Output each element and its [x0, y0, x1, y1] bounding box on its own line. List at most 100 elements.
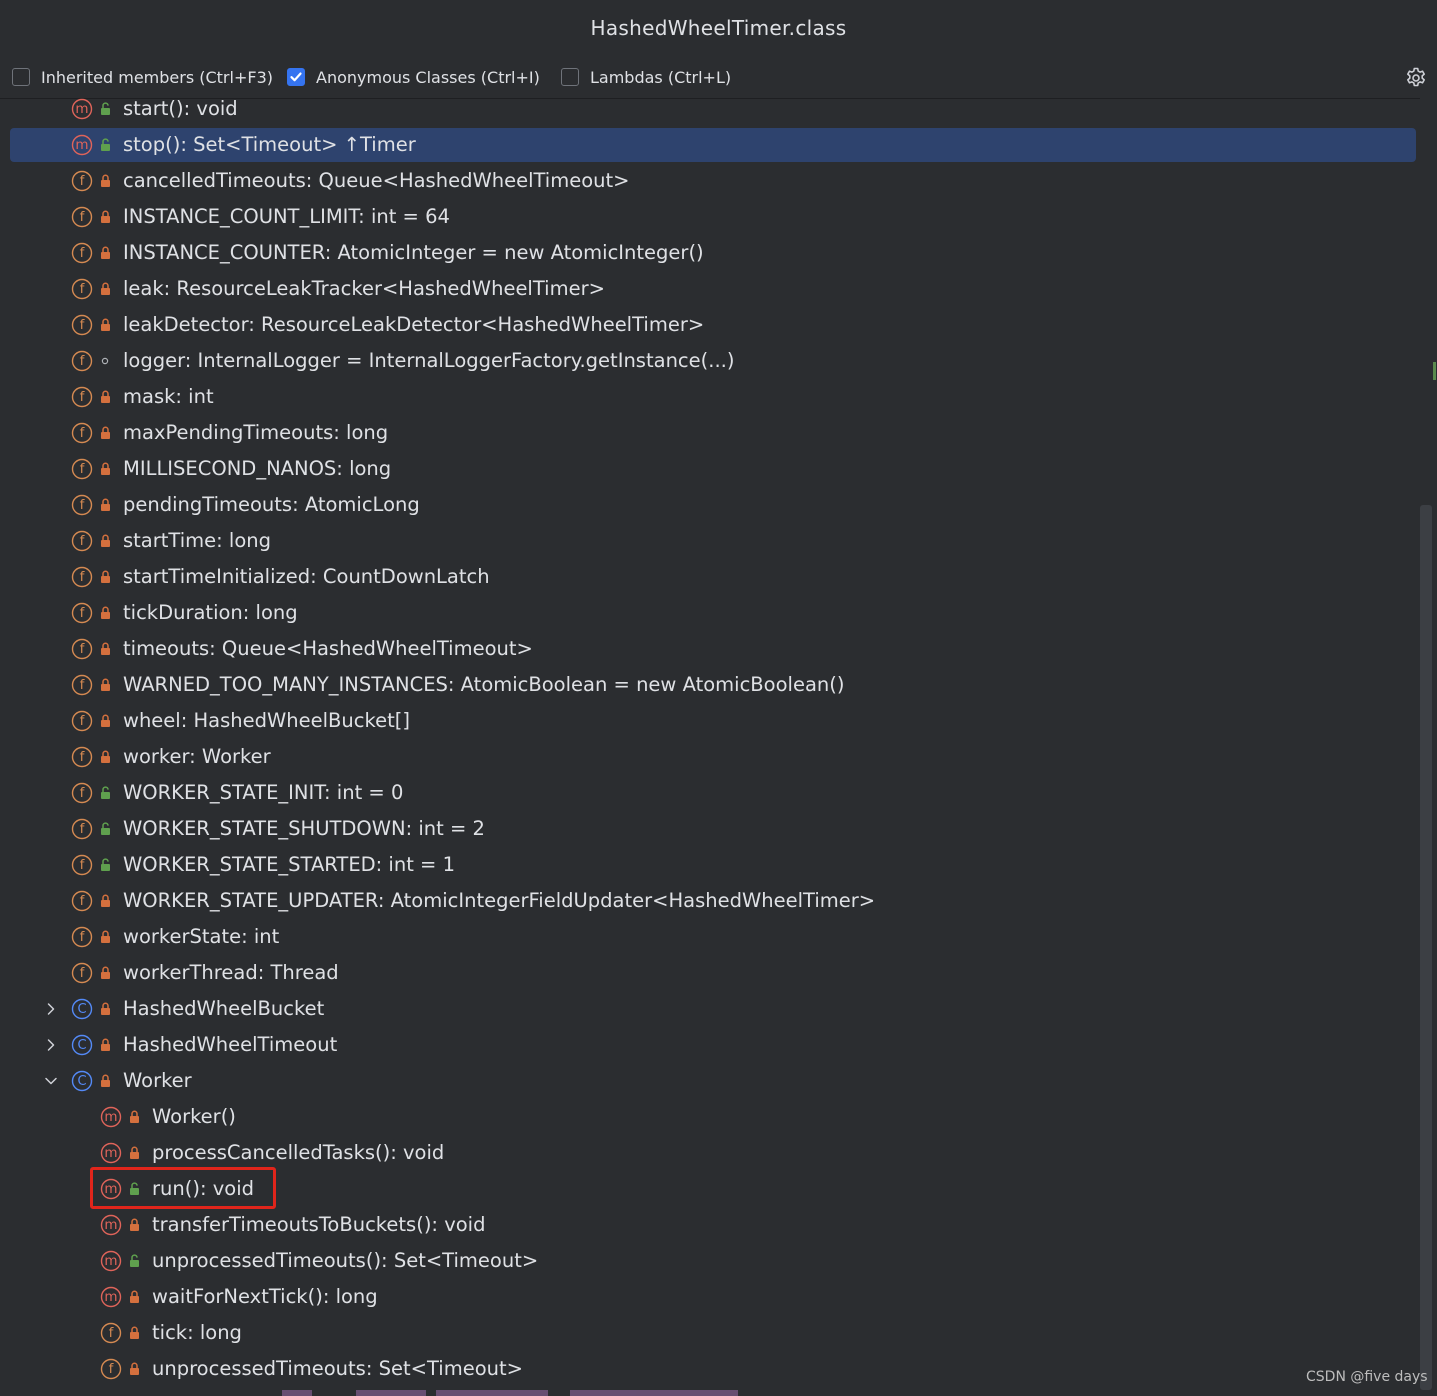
tree-row-label: HashedWheelTimeout [123, 1033, 338, 1056]
method-icon: m [71, 134, 93, 156]
gear-icon[interactable] [1404, 66, 1428, 90]
check-icon [290, 72, 302, 82]
tree-class-node[interactable]: C HashedWheelBucket [0, 991, 1420, 1027]
tree-field-row[interactable]: f WORKER_STATE_STARTED: int = 1 [0, 847, 1420, 883]
svg-text:f: f [109, 1361, 115, 1377]
tree-method-row[interactable]: m waitForNextTick(): long [0, 1279, 1420, 1315]
watermark: CSDN @five days [1306, 1369, 1428, 1385]
field-icon: f [71, 242, 93, 264]
tree-row-label: unprocessedTimeouts(): Set<Timeout> [152, 1249, 539, 1272]
tree-field-row[interactable]: f wheel: HashedWheelBucket[] [0, 703, 1420, 739]
filter-toolbar: Inherited members (Ctrl+F3) Anonymous Cl… [0, 56, 1437, 99]
lock-icon [98, 641, 114, 657]
lock-icon [127, 1145, 143, 1161]
tree-method-row[interactable]: m processCancelledTasks(): void [0, 1135, 1420, 1171]
tree-field-row[interactable]: f startTimeInitialized: CountDownLatch [0, 559, 1420, 595]
unlocked-icon [98, 821, 114, 837]
method-icon: m [100, 1214, 122, 1236]
lambdas-option[interactable]: Lambdas (Ctrl+L) [561, 66, 731, 88]
tree-field-row[interactable]: f tick: long [0, 1315, 1420, 1351]
tree-row-label: WORKER_STATE_UPDATER: AtomicIntegerField… [123, 889, 876, 912]
tree-field-row[interactable]: f maxPendingTimeouts: long [0, 415, 1420, 451]
tree-method-row[interactable]: m stop(): Set<Timeout> ↑Timer [0, 127, 1420, 163]
tree-field-row[interactable]: f WORKER_STATE_SHUTDOWN: int = 2 [0, 811, 1420, 847]
tree-row-label: WORKER_STATE_SHUTDOWN: int = 2 [123, 817, 485, 840]
tree-field-row[interactable]: f logger: InternalLogger = InternalLogger… [0, 343, 1420, 379]
tree-field-row[interactable]: f INSTANCE_COUNTER: AtomicInteger = new A… [0, 235, 1420, 271]
chevron-right-icon[interactable] [42, 1000, 60, 1018]
svg-text:f: f [80, 677, 86, 693]
tree-row-label: leakDetector: ResourceLeakDetector<Hashe… [123, 313, 705, 336]
svg-text:f: f [80, 353, 86, 369]
svg-text:C: C [77, 1038, 86, 1053]
tree-row-label: wheel: HashedWheelBucket[] [123, 709, 410, 732]
field-icon: f [100, 1322, 122, 1344]
field-icon: f [71, 350, 93, 372]
tree-field-row[interactable]: f WARNED_TOO_MANY_INSTANCES: AtomicBoolea… [0, 667, 1420, 703]
field-icon: f [71, 458, 93, 480]
chevron-down-icon[interactable] [42, 1072, 60, 1090]
class-icon: C [71, 1034, 93, 1056]
tree-field-row[interactable]: f worker: Worker [0, 739, 1420, 775]
tree-row-label: Worker [123, 1069, 192, 1092]
tree-row-label: HashedWheelBucket [123, 997, 325, 1020]
tree-method-row[interactable]: m Worker() [0, 1099, 1420, 1135]
lock-icon [98, 1001, 114, 1017]
tree-class-node[interactable]: C HashedWheelTimeout [0, 1027, 1420, 1063]
method-icon: m [100, 1286, 122, 1308]
tree-method-row[interactable]: m transferTimeoutsToBuckets(): void [0, 1207, 1420, 1243]
tree-row-label: WARNED_TOO_MANY_INSTANCES: AtomicBoolean… [123, 673, 845, 696]
svg-text:f: f [80, 749, 86, 765]
vertical-scrollbar-thumb[interactable] [1420, 505, 1432, 1390]
package-visibility-icon [98, 353, 114, 369]
lock-icon [98, 929, 114, 945]
svg-text:m: m [104, 1109, 117, 1125]
field-icon: f [71, 278, 93, 300]
tree-field-row[interactable]: f timeouts: Queue<HashedWheelTimeout> [0, 631, 1420, 667]
lock-icon [98, 1037, 114, 1053]
tree-field-row[interactable]: f mask: int [0, 379, 1420, 415]
structure-tree: m start(): void m stop(): Set<Timeout> ↑Tim… [0, 98, 1420, 1396]
tree-field-row[interactable]: f pendingTimeouts: AtomicLong [0, 487, 1420, 523]
anonymous-classes-option[interactable]: Anonymous Classes (Ctrl+I) [287, 66, 540, 88]
chevron-right-icon[interactable] [42, 1036, 60, 1054]
tree-row-label: INSTANCE_COUNT_LIMIT: int = 64 [123, 205, 450, 228]
tree-field-row[interactable]: f MILLISECOND_NANOS: long [0, 451, 1420, 487]
svg-text:f: f [80, 461, 86, 477]
tree-field-row[interactable]: f leakDetector: ResourceLeakDetector<Hash… [0, 307, 1420, 343]
tree-field-row[interactable]: f startTime: long [0, 523, 1420, 559]
inherited-members-option[interactable]: Inherited members (Ctrl+F3) [12, 66, 273, 88]
tree-field-row[interactable]: f WORKER_STATE_INIT: int = 0 [0, 775, 1420, 811]
tree-method-row[interactable]: m start(): void [0, 98, 1420, 127]
tree-field-row[interactable]: f WORKER_STATE_UPDATER: AtomicIntegerFiel… [0, 883, 1420, 919]
tree-field-row[interactable]: f workerState: int [0, 919, 1420, 955]
tree-field-row[interactable]: f cancelledTimeouts: Queue<HashedWheelTim… [0, 163, 1420, 199]
tree-row-label: startTimeInitialized: CountDownLatch [123, 565, 490, 588]
lock-icon [98, 533, 114, 549]
tree-field-row[interactable]: f INSTANCE_COUNT_LIMIT: int = 64 [0, 199, 1420, 235]
method-icon: m [100, 1106, 122, 1128]
lock-icon [127, 1109, 143, 1125]
lock-icon [98, 317, 114, 333]
field-icon: f [71, 710, 93, 732]
tree-field-row[interactable]: f unprocessedTimeouts: Set<Timeout> [0, 1351, 1420, 1387]
field-icon: f [71, 170, 93, 192]
tree-field-row[interactable]: f tickDuration: long [0, 595, 1420, 631]
tree-method-row[interactable]: m unprocessedTimeouts(): Set<Timeout> [0, 1243, 1420, 1279]
inherited-members-checkbox[interactable] [12, 68, 30, 86]
anonymous-classes-checkbox[interactable] [287, 68, 305, 86]
red-highlight-box [90, 1167, 276, 1209]
tree-row-label: worker: Worker [123, 745, 271, 768]
tree-row-label: INSTANCE_COUNTER: AtomicInteger = new At… [123, 241, 704, 264]
svg-text:f: f [80, 569, 86, 585]
tree-class-node[interactable]: C Worker [0, 1063, 1420, 1099]
class-icon: C [71, 998, 93, 1020]
field-icon: f [71, 566, 93, 588]
tree-row-label: WORKER_STATE_INIT: int = 0 [123, 781, 404, 804]
lambdas-checkbox[interactable] [561, 68, 579, 86]
tree-field-row[interactable]: f workerThread: Thread [0, 955, 1420, 991]
svg-text:f: f [80, 893, 86, 909]
tree-row-label: processCancelledTasks(): void [152, 1141, 445, 1164]
tree-field-row[interactable]: f leak: ResourceLeakTracker<HashedWheelTi… [0, 271, 1420, 307]
unlocked-icon [98, 137, 114, 153]
